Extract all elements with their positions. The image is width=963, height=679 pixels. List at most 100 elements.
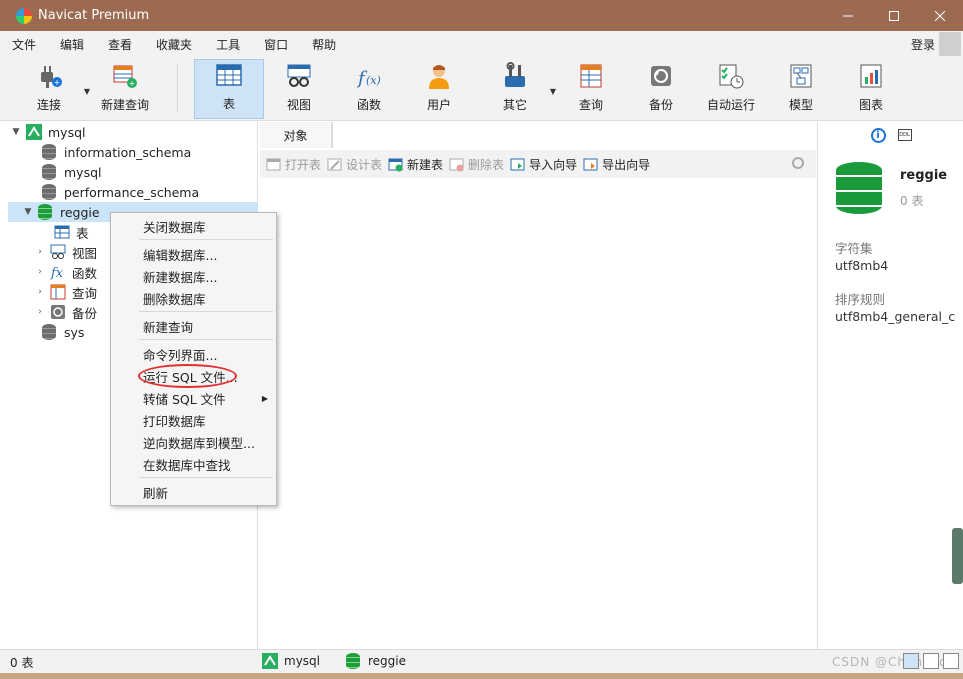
tree-db-sys[interactable]: sys bbox=[26, 322, 84, 342]
object-toolbar: 打开表 设计表 新建表 删除表 导入向导 导出向导 bbox=[260, 150, 816, 178]
list-view-icon[interactable] bbox=[923, 653, 939, 669]
function-button[interactable]: f (x) 函数 bbox=[340, 59, 398, 119]
menu-item-edit-db[interactable]: 编辑数据库... bbox=[143, 244, 217, 264]
minimize-button[interactable] bbox=[825, 0, 871, 31]
design-table-button[interactable]: 设计表 bbox=[327, 156, 382, 173]
tree-db-label: performance_schema bbox=[64, 184, 200, 200]
ddl-icon[interactable]: DDL bbox=[897, 129, 912, 141]
login-link[interactable]: 登录 bbox=[911, 36, 935, 53]
auto-run-button[interactable]: 自动运行 bbox=[700, 59, 762, 119]
tree-item-backups[interactable]: › 备份 bbox=[34, 302, 97, 322]
chart-button[interactable]: 图表 bbox=[842, 59, 900, 119]
menu-item-command-console[interactable]: 命令列界面... bbox=[143, 344, 217, 364]
svg-text:(x): (x) bbox=[366, 74, 381, 87]
delete-table-button[interactable]: 删除表 bbox=[449, 156, 504, 173]
side-scroll-handle[interactable] bbox=[952, 528, 963, 584]
expand-chevron-icon[interactable]: › bbox=[34, 247, 46, 257]
model-button[interactable]: 模型 bbox=[772, 59, 830, 119]
title-bar: Navicat Premium bbox=[0, 0, 963, 31]
menu-favorites[interactable]: 收藏夹 bbox=[144, 36, 204, 53]
menu-item-find-in-db[interactable]: 在数据库中查找 bbox=[143, 454, 231, 474]
import-icon bbox=[510, 158, 525, 170]
tree-item-label: 查询 bbox=[72, 285, 98, 301]
tree-item-queries[interactable]: › 查询 bbox=[34, 282, 97, 302]
query-icon bbox=[580, 64, 602, 88]
menu-item-refresh[interactable]: 刷新 bbox=[143, 482, 168, 502]
close-button[interactable] bbox=[917, 0, 963, 31]
status-bar: 0 表 mysql reggie CSDN @Chen Mon bbox=[0, 649, 963, 673]
table-icon bbox=[54, 225, 70, 239]
function-label: 函数 bbox=[356, 98, 381, 112]
user-button[interactable]: 用户 bbox=[410, 59, 468, 119]
table-label: 表 bbox=[222, 97, 235, 111]
tree-db-information-schema[interactable]: information_schema bbox=[26, 142, 191, 162]
tree-db-performance-schema[interactable]: performance_schema bbox=[26, 182, 199, 202]
open-table-label: 打开表 bbox=[285, 157, 322, 172]
database-icon bbox=[42, 144, 58, 160]
expand-chevron-icon[interactable]: ▼ bbox=[22, 207, 34, 217]
window-title: Navicat Premium bbox=[38, 8, 150, 23]
expand-chevron-icon[interactable]: › bbox=[34, 267, 46, 277]
menu-item-new-query[interactable]: 新建查询 bbox=[143, 316, 193, 336]
tree-connection-mysql[interactable]: ▼ mysql bbox=[10, 122, 86, 142]
minimize-icon bbox=[843, 15, 853, 16]
tab-objects[interactable]: 对象 bbox=[260, 122, 332, 148]
query-label: 查询 bbox=[578, 98, 603, 112]
export-wizard-label: 导出向导 bbox=[602, 157, 651, 172]
maximize-button[interactable] bbox=[871, 0, 917, 31]
table-button[interactable]: 表 bbox=[194, 59, 264, 119]
info-panel: i DDL reggie 0 表 字符集 utf8mb4 排序规则 utf8mb… bbox=[817, 122, 963, 649]
expand-chevron-icon[interactable]: ▼ bbox=[10, 127, 22, 137]
view-button[interactable]: 视图 bbox=[270, 59, 328, 119]
backup-button[interactable]: 备份 bbox=[632, 59, 690, 119]
connect-button[interactable]: + 连接 ▼ bbox=[20, 59, 90, 119]
menu-item-reverse-to-model[interactable]: 逆向数据库到模型... bbox=[143, 432, 255, 452]
menu-tools[interactable]: 工具 bbox=[204, 36, 252, 53]
connect-dropdown-icon[interactable]: ▼ bbox=[84, 87, 90, 96]
open-table-button[interactable]: 打开表 bbox=[266, 156, 321, 173]
menu-item-new-db[interactable]: 新建数据库... bbox=[143, 266, 217, 286]
menu-help[interactable]: 帮助 bbox=[300, 36, 348, 53]
menu-item-dump-sql-file[interactable]: 转储 SQL 文件 bbox=[143, 388, 226, 408]
detail-view-icon[interactable] bbox=[943, 653, 959, 669]
menu-view[interactable]: 查看 bbox=[96, 36, 144, 53]
menu-item-print-db[interactable]: 打印数据库 bbox=[143, 410, 206, 430]
backup-icon bbox=[651, 66, 671, 86]
avatar[interactable] bbox=[939, 32, 961, 56]
info-icon[interactable]: i bbox=[870, 127, 886, 143]
import-wizard-button[interactable]: 导入向导 bbox=[510, 156, 577, 173]
other-dropdown-icon[interactable]: ▼ bbox=[550, 87, 556, 96]
tree-db-mysql[interactable]: mysql bbox=[26, 162, 102, 182]
tree-item-tables[interactable]: 表 bbox=[38, 222, 89, 242]
menu-edit[interactable]: 编辑 bbox=[48, 36, 96, 53]
new-query-button[interactable]: + 新建查询 bbox=[96, 59, 154, 119]
export-wizard-button[interactable]: 导出向导 bbox=[583, 156, 650, 173]
menu-item-delete-db[interactable]: 删除数据库 bbox=[143, 288, 206, 308]
expand-chevron-icon[interactable]: › bbox=[34, 307, 46, 317]
toolbar-divider bbox=[177, 63, 178, 113]
connect-label: 连接 bbox=[36, 98, 61, 112]
view-label: 视图 bbox=[286, 98, 311, 112]
other-button[interactable]: 其它 ▼ bbox=[486, 59, 556, 119]
tree-db-label: reggie bbox=[60, 204, 100, 220]
new-query-icon: + bbox=[113, 65, 137, 88]
chart-icon bbox=[860, 64, 882, 88]
tab-area bbox=[332, 122, 816, 148]
info-db-name: reggie bbox=[900, 168, 948, 183]
tree-connection-label: mysql bbox=[48, 124, 86, 140]
info-table-count: 0 表 bbox=[900, 194, 924, 208]
tree-item-functions[interactable]: › fx 函数 bbox=[34, 262, 97, 282]
design-table-icon bbox=[327, 158, 342, 170]
query-button[interactable]: 查询 bbox=[562, 59, 620, 119]
menu-item-close-db[interactable]: 关闭数据库 bbox=[143, 216, 206, 236]
search-icon[interactable] bbox=[792, 157, 804, 169]
new-table-button[interactable]: 新建表 bbox=[388, 156, 443, 173]
grid-view-icon[interactable] bbox=[903, 653, 919, 669]
tree-item-views[interactable]: › 视图 bbox=[34, 242, 97, 262]
status-database: reggie bbox=[368, 654, 407, 668]
collation-value: utf8mb4_general_c bbox=[835, 309, 956, 324]
menu-file[interactable]: 文件 bbox=[0, 36, 48, 53]
menu-window[interactable]: 窗口 bbox=[252, 36, 300, 53]
view-icon bbox=[50, 244, 66, 259]
expand-chevron-icon[interactable]: › bbox=[34, 287, 46, 297]
